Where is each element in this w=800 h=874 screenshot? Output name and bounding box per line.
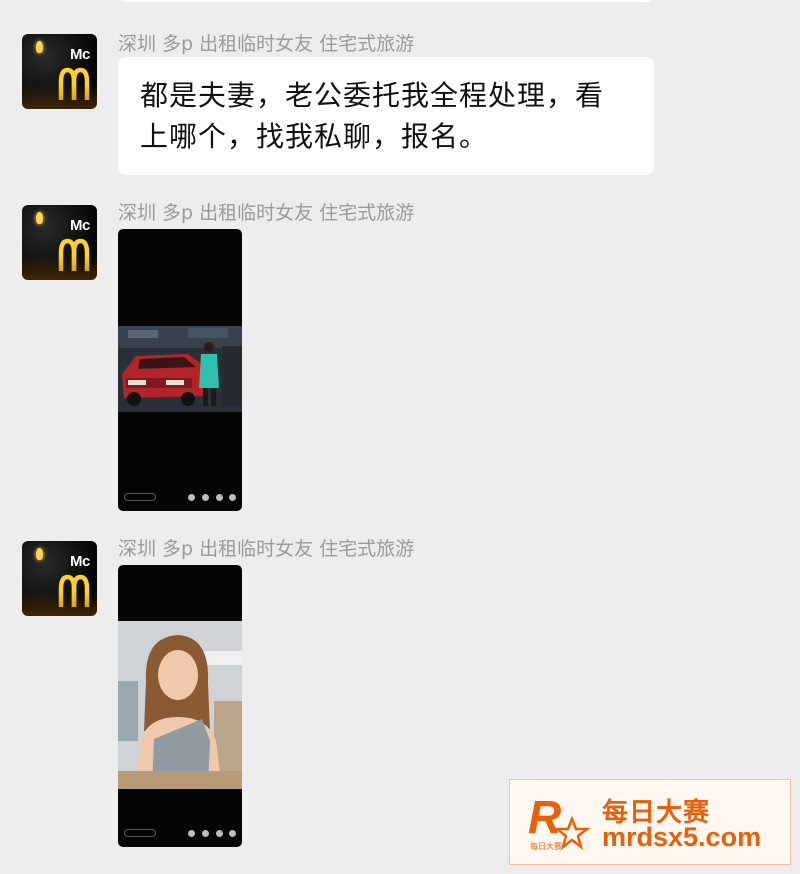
previous-message-bubble bbox=[118, 0, 654, 2]
image-message[interactable] bbox=[118, 565, 242, 847]
avatar[interactable]: Mc bbox=[22, 541, 97, 616]
flame-icon bbox=[36, 212, 43, 224]
flame-icon bbox=[36, 41, 43, 53]
share-icon bbox=[188, 494, 195, 501]
image-message[interactable] bbox=[118, 229, 242, 511]
message-bubble[interactable]: 都是夫妻，老公委托我全程处理，看 上哪个，找我私聊，报名。 bbox=[118, 57, 654, 175]
avatar-glow bbox=[22, 84, 97, 109]
svg-text:每日大赛: 每日大赛 bbox=[530, 841, 562, 851]
message-text-line: 上哪个，找我私聊，报名。 bbox=[140, 120, 489, 153]
avatar-glow bbox=[22, 255, 97, 280]
selfie-photo bbox=[118, 621, 242, 789]
car-photo bbox=[118, 326, 242, 412]
gallery-icon bbox=[216, 830, 223, 837]
message-text-line: 都是夫妻，老公委托我全程处理，看 bbox=[140, 79, 605, 112]
more-icon bbox=[229, 494, 236, 501]
share-icon bbox=[188, 830, 195, 837]
svg-text:R: R bbox=[528, 791, 561, 843]
watermark-logo-icon: R 每日大赛 bbox=[528, 791, 591, 851]
gallery-icon bbox=[216, 494, 223, 501]
video-label bbox=[124, 829, 156, 837]
avatar[interactable]: Mc bbox=[22, 34, 97, 109]
sender-name: 深圳 多p 出租临时女友 住宅式旅游 bbox=[118, 538, 415, 560]
more-icon bbox=[229, 830, 236, 837]
watermark-url: mrdsx5.com bbox=[602, 822, 762, 852]
video-label bbox=[124, 493, 156, 501]
save-icon bbox=[202, 830, 209, 837]
site-watermark: R 每日大赛 每日大赛 mrdsx5.com bbox=[509, 779, 791, 865]
avatar[interactable]: Mc bbox=[22, 205, 97, 280]
flame-icon bbox=[36, 548, 43, 560]
sender-name: 深圳 多p 出租临时女友 住宅式旅游 bbox=[118, 202, 415, 224]
sender-name: 深圳 多p 出租临时女友 住宅式旅游 bbox=[118, 33, 415, 55]
save-icon bbox=[202, 494, 209, 501]
avatar-glow bbox=[22, 591, 97, 616]
avatar-text: Mc bbox=[70, 553, 90, 570]
avatar-text: Mc bbox=[70, 46, 90, 63]
avatar-text: Mc bbox=[70, 217, 90, 234]
